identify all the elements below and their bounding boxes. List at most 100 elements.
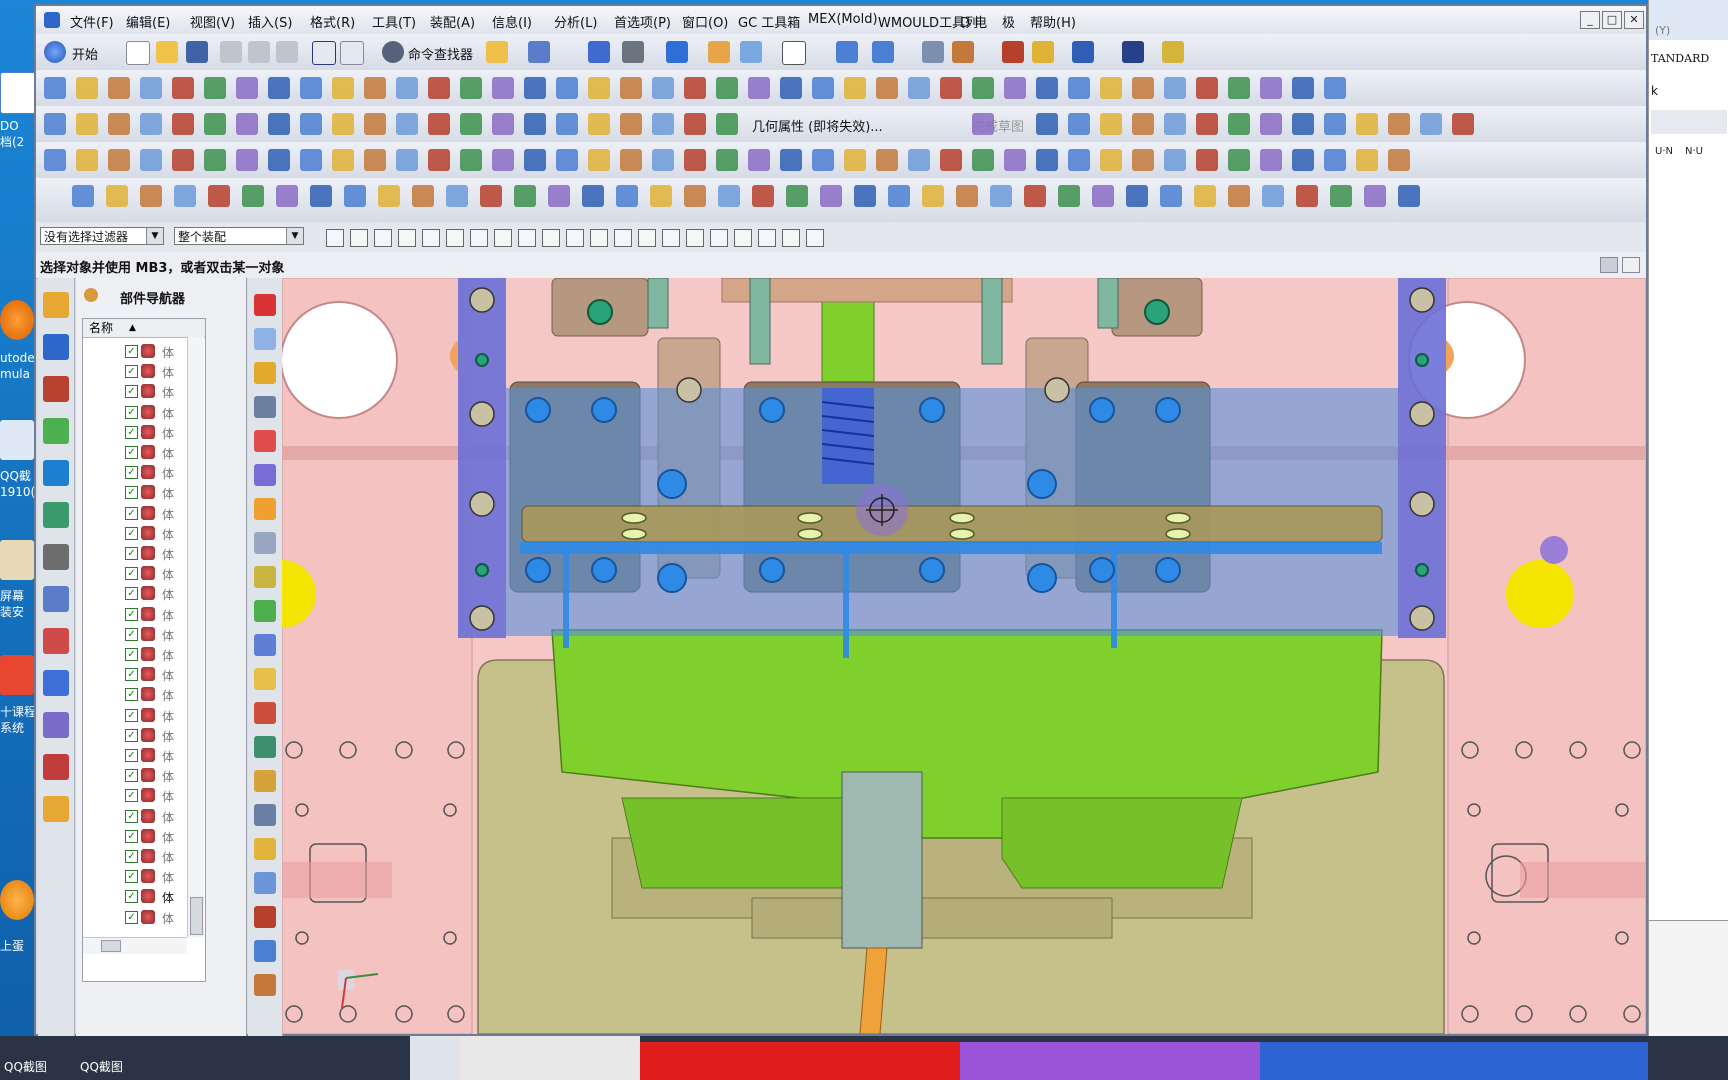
tool-icon[interactable]: [922, 41, 944, 63]
toolbar-tool-icon[interactable]: [748, 149, 770, 171]
toolbar-tool-icon[interactable]: [1292, 77, 1314, 99]
background-window[interactable]: (Y) TANDARD k U·N N·U: [1648, 0, 1728, 1041]
toolbar-tool-icon[interactable]: [1260, 113, 1282, 135]
toolbar-tool-icon[interactable]: [492, 77, 514, 99]
snap-point-icon[interactable]: [614, 229, 632, 247]
toolbar-tool-icon[interactable]: [140, 185, 162, 207]
toolbar-tool-icon[interactable]: [1004, 149, 1026, 171]
toolbar-tool-icon[interactable]: [480, 185, 502, 207]
toolbar-tool-icon[interactable]: [820, 185, 842, 207]
toolbar-tool-icon[interactable]: [990, 185, 1012, 207]
menu-item[interactable]: 分析(L): [554, 12, 597, 31]
tool-icon[interactable]: [528, 41, 550, 63]
navigator-tree[interactable]: 名称 ▲ ✓ 体 ✓ 体 ✓ 体 ✓ 体 ✓ 体 ✓ 体 ✓ 体 ✓ 体 ✓ 体 ✓ 体 ✓ 体 ✓ 体 ✓ 体 ✓ 体 ✓ 体 ✓ 体 ✓ 体 ✓…: [82, 318, 206, 982]
toolbar-tool-icon[interactable]: [492, 149, 514, 171]
visibility-checkbox[interactable]: ✓: [125, 648, 138, 661]
toolbar-tool-icon[interactable]: [1132, 113, 1154, 135]
navigator-row[interactable]: ✓ 体: [83, 422, 187, 442]
visibility-checkbox[interactable]: ✓: [125, 789, 138, 803]
visibility-checkbox[interactable]: ✓: [125, 345, 138, 358]
toolbar-tool-icon[interactable]: [876, 149, 898, 171]
visibility-checkbox[interactable]: ✓: [125, 365, 138, 379]
toolbar-tool-icon[interactable]: [44, 149, 66, 171]
toolbar-tool-icon[interactable]: [204, 113, 226, 135]
mold-tool-icon[interactable]: [254, 838, 276, 860]
toolbar-tool-icon[interactable]: [1036, 77, 1058, 99]
resource-tab-icon[interactable]: [43, 460, 69, 486]
toolbar-tool-icon[interactable]: [1262, 185, 1284, 207]
tool-icon[interactable]: [486, 41, 508, 63]
maximize-button[interactable]: □: [1602, 11, 1622, 29]
menu-item[interactable]: 文件(F): [70, 12, 114, 31]
toolbar-tool-icon[interactable]: [876, 77, 898, 99]
toolbar-tool-icon[interactable]: [908, 149, 930, 171]
toolbar-tool-icon[interactable]: [514, 185, 536, 207]
menu-item[interactable]: 插入(S): [248, 12, 292, 31]
resource-tab-icon[interactable]: [43, 418, 69, 444]
toolbar-tool-icon[interactable]: [786, 185, 808, 207]
visibility-checkbox[interactable]: ✓: [125, 607, 138, 621]
navigator-row[interactable]: ✓ 体: [83, 381, 187, 401]
mold-tool-icon[interactable]: [254, 906, 276, 928]
tool-icon[interactable]: [1032, 41, 1054, 63]
toolbar-tool-icon[interactable]: [108, 113, 130, 135]
visibility-checkbox[interactable]: ✓: [125, 769, 138, 783]
toolbar-tool-icon[interactable]: [44, 77, 66, 99]
toolbar-tool-icon[interactable]: [1324, 149, 1346, 171]
folder-icon[interactable]: [0, 540, 34, 580]
visibility-checkbox[interactable]: ✓: [125, 526, 138, 540]
resource-tab-icon[interactable]: [43, 796, 69, 822]
mold-assembly-view[interactable]: [282, 278, 1646, 1034]
expand-icon[interactable]: [1622, 257, 1640, 273]
toolbar-tool-icon[interactable]: [172, 113, 194, 135]
toolbar-tool-icon[interactable]: [1164, 77, 1186, 99]
visibility-checkbox[interactable]: ✓: [125, 829, 138, 843]
snap-point-icon[interactable]: [734, 229, 752, 247]
screenshot-icon[interactable]: [0, 420, 34, 460]
toolbar-tool-icon[interactable]: [1388, 113, 1410, 135]
menu-item[interactable]: 格式(R): [310, 12, 355, 31]
mold-tool-icon[interactable]: [254, 872, 276, 894]
start-icon[interactable]: [44, 41, 66, 63]
snap-point-icon[interactable]: [422, 229, 440, 247]
toolbar-tool-icon[interactable]: [446, 185, 468, 207]
toolbar-tool-icon[interactable]: [972, 113, 994, 135]
toolbar-tool-icon[interactable]: [748, 77, 770, 99]
visibility-checkbox[interactable]: ✓: [125, 547, 138, 560]
toolbar-tool-icon[interactable]: [140, 149, 162, 171]
mold-tool-icon[interactable]: [254, 736, 276, 758]
navigator-row[interactable]: ✓ 体: [83, 543, 187, 563]
toolbar-tool-icon[interactable]: [1228, 185, 1250, 207]
toolbar-tool-icon[interactable]: [76, 149, 98, 171]
navigator-row[interactable]: ✓ 体: [83, 341, 187, 361]
toolbar-tool-icon[interactable]: [1398, 185, 1420, 207]
navigator-row[interactable]: ✓ 体: [83, 583, 187, 603]
snap-point-icon[interactable]: [494, 229, 512, 247]
toolbar-tool-icon[interactable]: [44, 113, 66, 135]
powerpoint-icon[interactable]: [0, 655, 34, 695]
snap-point-icon[interactable]: [350, 229, 368, 247]
toolbar-tool-icon[interactable]: [1196, 77, 1218, 99]
navigator-row[interactable]: ✓ 体: [83, 907, 187, 927]
toolbar-tool-icon[interactable]: [940, 149, 962, 171]
menu-item[interactable]: 装配(A): [430, 12, 475, 31]
toolbar-tool-icon[interactable]: [276, 185, 298, 207]
toolbar-tool-icon[interactable]: [812, 149, 834, 171]
toolbar-tool-icon[interactable]: [1452, 113, 1474, 135]
toolbar-tool-icon[interactable]: [1356, 149, 1378, 171]
paste-icon[interactable]: [276, 41, 298, 63]
snap-point-icon[interactable]: [662, 229, 680, 247]
mold-tool-icon[interactable]: [254, 804, 276, 826]
toolbar-tool-icon[interactable]: [1196, 149, 1218, 171]
navigator-row[interactable]: ✓ 体: [83, 563, 187, 583]
mold-tool-icon[interactable]: [254, 430, 276, 452]
toolbar-tool-icon[interactable]: [344, 185, 366, 207]
toolbar-tool-icon[interactable]: [1296, 185, 1318, 207]
navigator-row[interactable]: ✓ 体: [83, 806, 187, 826]
mold-tool-icon[interactable]: [254, 464, 276, 486]
minimize-button[interactable]: _: [1580, 11, 1600, 29]
visibility-checkbox[interactable]: ✓: [125, 627, 138, 641]
visibility-checkbox[interactable]: ✓: [125, 910, 138, 924]
tool-icon[interactable]: [952, 41, 974, 63]
resource-tab-icon[interactable]: [43, 544, 69, 570]
